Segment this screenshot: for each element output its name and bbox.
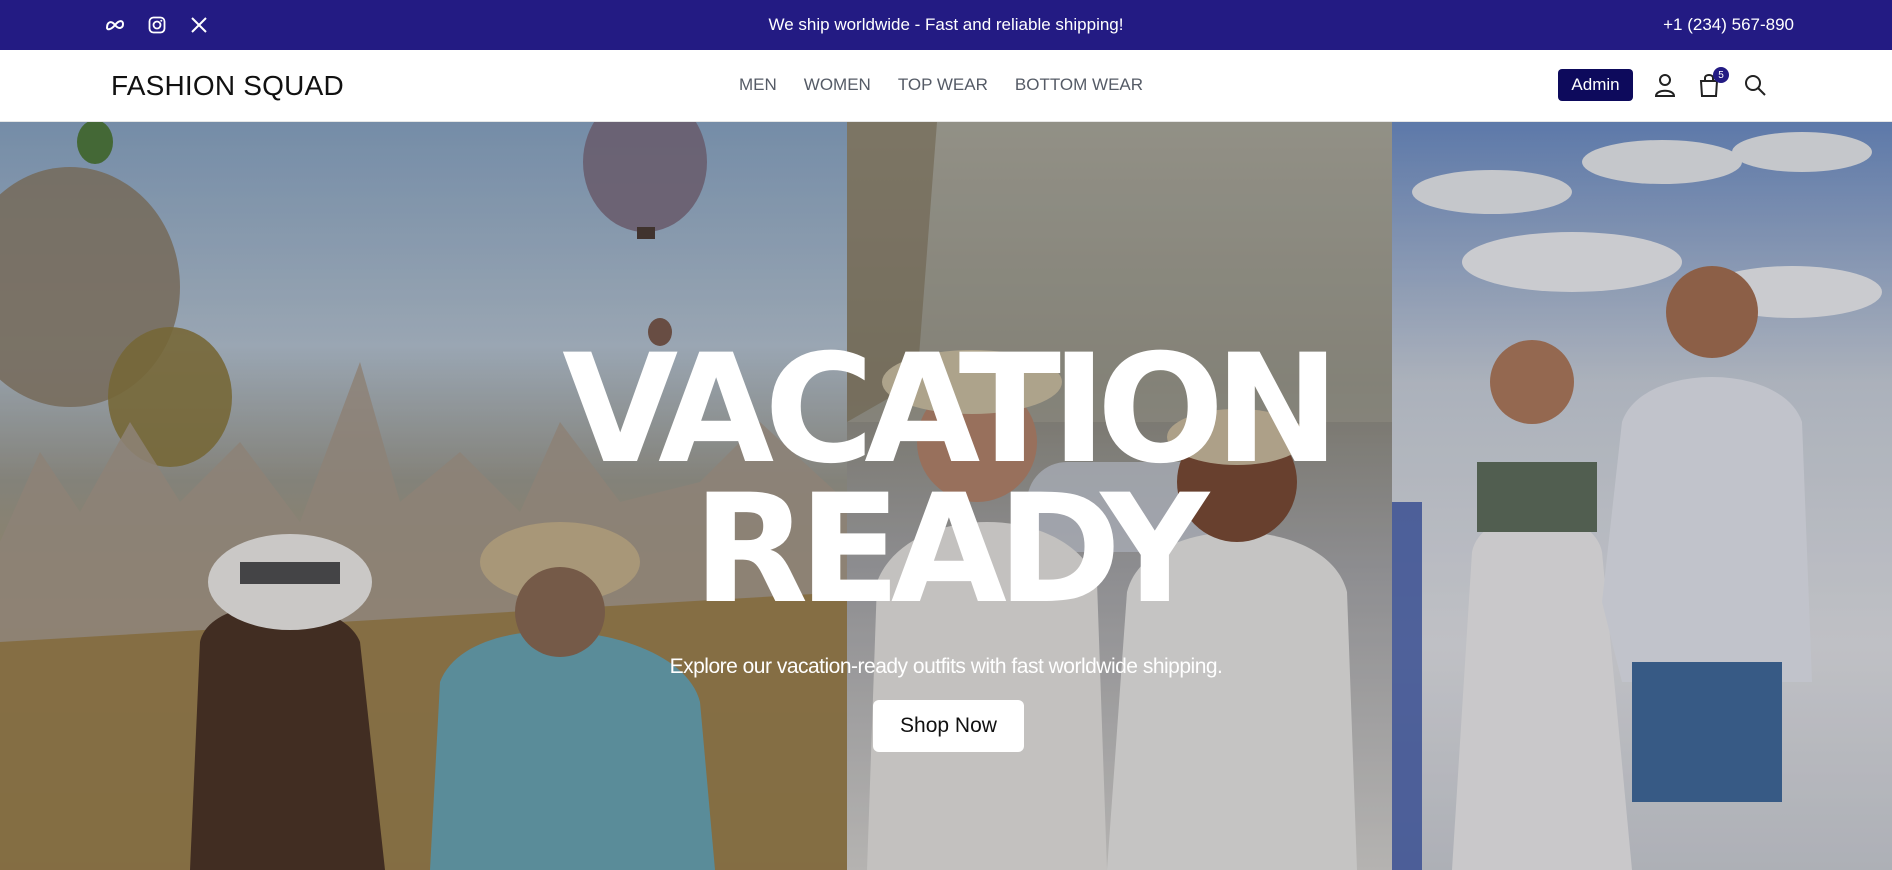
main-navbar: FASHION SQUAD MEN WOMEN TOP WEAR BOTTOM …: [0, 50, 1892, 122]
hero-headline-line-1: VACATION: [562, 323, 1340, 497]
user-icon[interactable]: [1650, 70, 1680, 100]
menu-item-women[interactable]: WOMEN: [804, 75, 871, 95]
menu-item-top-wear[interactable]: TOP WEAR: [898, 75, 988, 95]
menu-item-men[interactable]: MEN: [739, 75, 777, 95]
admin-button[interactable]: Admin: [1558, 69, 1633, 101]
menu-item-bottom-wear[interactable]: BOTTOM WEAR: [1015, 75, 1143, 95]
phone-number: +1 (234) 567-890: [1663, 15, 1794, 34]
cart-count-badge: 5: [1713, 67, 1729, 83]
shop-now-button[interactable]: Shop Now: [873, 700, 1024, 752]
hero-headline: VACATION READY: [0, 323, 1892, 637]
search-icon[interactable]: [1740, 70, 1770, 100]
announcement-bar: We ship worldwide - Fast and reliable sh…: [0, 0, 1892, 50]
site-logo[interactable]: FASHION SQUAD: [111, 70, 344, 102]
main-menu: MEN WOMEN TOP WEAR BOTTOM WEAR: [739, 75, 1170, 95]
hero-subtitle: Explore our vacation-ready outfits with …: [669, 655, 1223, 678]
hero-headline-line-2: READY: [692, 463, 1209, 637]
cart-icon[interactable]: 5: [1694, 67, 1729, 100]
hero-content: VACATION READY Explore our vacation-read…: [0, 122, 1892, 870]
promo-text: We ship worldwide - Fast and reliable sh…: [768, 15, 1124, 34]
hero-banner: VACATION READY Explore our vacation-read…: [0, 122, 1892, 870]
